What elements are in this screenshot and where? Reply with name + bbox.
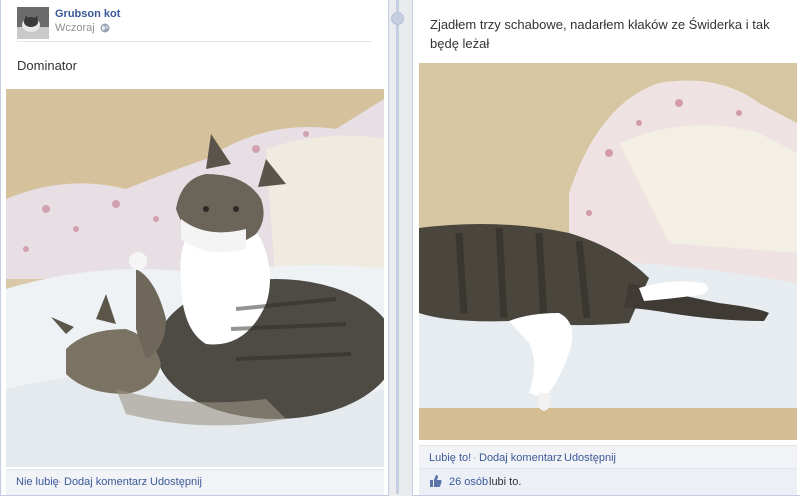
share-link[interactable]: Udostępnij — [150, 476, 202, 488]
likes-count-link[interactable]: 26 osób — [449, 476, 488, 488]
likes-label: lubi to. — [489, 476, 522, 488]
like-link[interactable]: Lubię to! — [429, 452, 471, 464]
comment-link[interactable]: Dodaj komentarz — [479, 452, 562, 464]
likes-summary: 26 osób lubi to. — [419, 468, 797, 495]
timeline-spine — [396, 0, 399, 494]
post-timestamp[interactable]: Wczoraj — [55, 22, 95, 34]
globe-icon — [100, 23, 110, 33]
post-text: Dominator — [17, 58, 77, 73]
post-right: Zjadłem trzy schabowe, nadarłem kłaków z… — [412, 0, 800, 496]
post-text: Zjadłem trzy schabowe, nadarłem kłaków z… — [430, 17, 770, 51]
photo-cat-lying-on-bed — [419, 63, 797, 440]
share-link[interactable]: Udostępnij — [564, 452, 616, 464]
photo-cats-on-bed — [6, 89, 384, 467]
separator: · — [58, 476, 62, 488]
separator: · — [144, 476, 148, 488]
unlike-link[interactable]: Nie lubię — [16, 476, 59, 488]
author-name[interactable]: Grubson kot — [55, 8, 120, 20]
post-photo[interactable] — [419, 63, 797, 440]
post-actions: Nie lubię · Dodaj komentarz · Udostępnij — [6, 469, 384, 495]
thumbs-up-icon — [430, 475, 442, 487]
avatar[interactable] — [17, 7, 49, 39]
post-photo[interactable] — [6, 89, 384, 467]
separator: · — [473, 452, 477, 464]
post-header: Grubson kot Wczoraj — [17, 7, 372, 42]
comment-link[interactable]: Dodaj komentarz — [64, 476, 147, 488]
timeline-dot — [391, 12, 404, 25]
post-actions: Lubię to! · Dodaj komentarz · Udostępnij — [419, 445, 797, 468]
separator: · — [558, 452, 562, 464]
post-left: Grubson kot Wczoraj Dominator Nie lubię … — [0, 0, 389, 496]
